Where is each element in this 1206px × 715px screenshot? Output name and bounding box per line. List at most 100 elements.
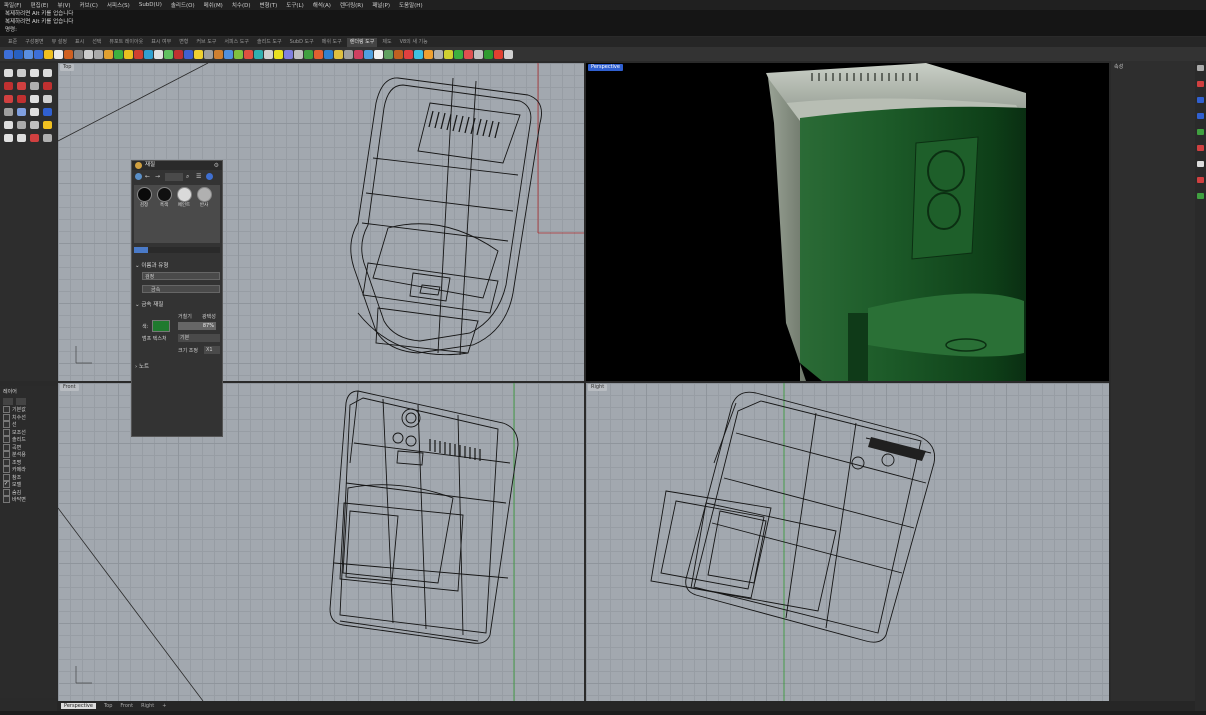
- section-notes[interactable]: › 노트: [135, 362, 149, 370]
- menu-item[interactable]: 서피스(S): [107, 1, 130, 9]
- forward-arrow-icon[interactable]: →: [155, 173, 162, 180]
- tool-icon[interactable]: [4, 69, 13, 77]
- tool-icon[interactable]: [4, 108, 13, 116]
- layer-row[interactable]: 솔리드: [3, 436, 57, 444]
- toolbar-tab[interactable]: 메쉬 도구: [319, 38, 345, 47]
- viewport-tab[interactable]: Right: [141, 703, 154, 709]
- toolbar-tool-icon[interactable]: [494, 49, 503, 59]
- toolbar-tool-icon[interactable]: [404, 49, 413, 59]
- viewport-right[interactable]: Right: [586, 383, 1109, 701]
- layer-visibility-checkbox[interactable]: [3, 406, 10, 414]
- menu-item[interactable]: 도구(L): [286, 1, 303, 9]
- toolbar-tool-icon[interactable]: [214, 49, 223, 59]
- panel-icon[interactable]: [1197, 129, 1204, 135]
- layer-visibility-checkbox[interactable]: [3, 496, 10, 504]
- layer-visibility-checkbox[interactable]: [3, 488, 10, 496]
- tool-icon[interactable]: [30, 95, 39, 103]
- tool-icon[interactable]: [17, 108, 26, 116]
- layer-row[interactable]: 참조: [3, 473, 57, 482]
- toolbar-tool-icon[interactable]: [124, 49, 133, 59]
- tool-icon[interactable]: [17, 134, 26, 142]
- toolbar-tool-icon[interactable]: [64, 49, 73, 59]
- tool-icon[interactable]: [30, 69, 39, 77]
- toolbar-tool-icon[interactable]: [434, 49, 443, 59]
- layer-row[interactable]: 숨김: [3, 488, 57, 497]
- panel-icon[interactable]: [1197, 97, 1204, 103]
- toolbar-tool-icon[interactable]: [34, 49, 43, 59]
- toolbar-tab[interactable]: 렌더링 도구: [346, 37, 378, 47]
- toolbar-tool-icon[interactable]: [244, 49, 253, 59]
- toolbar-tool-icon[interactable]: [394, 49, 403, 59]
- toolbar-tool-icon[interactable]: [24, 49, 33, 59]
- toolbar-tab[interactable]: 제도: [379, 38, 394, 47]
- toolbar-tab[interactable]: 구성평면: [22, 38, 46, 47]
- viewport-tab[interactable]: Top: [104, 703, 112, 709]
- layer-row[interactable]: 선: [3, 421, 57, 429]
- layer-visibility-checkbox[interactable]: [3, 473, 10, 481]
- tool-icon[interactable]: [43, 108, 52, 116]
- toolbar-tool-icon[interactable]: [374, 49, 383, 59]
- toolbar-tool-icon[interactable]: [324, 49, 333, 59]
- toolbar-tool-icon[interactable]: [294, 49, 303, 59]
- tool-icon[interactable]: [43, 95, 52, 103]
- help-icon[interactable]: [206, 173, 213, 180]
- toolbar-tool-icon[interactable]: [14, 49, 23, 59]
- toolbar-tool-icon[interactable]: [504, 49, 513, 59]
- metal-color-swatch[interactable]: [152, 320, 170, 332]
- tool-icon[interactable]: [43, 69, 52, 77]
- toolbar-tool-icon[interactable]: [454, 49, 463, 59]
- layer-visibility-checkbox[interactable]: [3, 428, 10, 436]
- toolbar-tab[interactable]: 커브 도구: [193, 38, 219, 47]
- layer-row[interactable]: 바닥면: [3, 496, 57, 504]
- toolbar-tab[interactable]: SubD 도구: [287, 38, 317, 47]
- layer-visibility-checkbox[interactable]: [3, 436, 10, 444]
- tool-icon[interactable]: [17, 82, 26, 90]
- layer-visibility-checkbox[interactable]: [3, 421, 10, 429]
- toolbar-tab[interactable]: 표시 여부: [148, 38, 174, 47]
- menu-item[interactable]: 도움말(H): [399, 1, 423, 9]
- toolbar-tool-icon[interactable]: [344, 49, 353, 59]
- panel-icon[interactable]: [1197, 113, 1204, 119]
- tool-icon[interactable]: [4, 82, 13, 90]
- menu-item[interactable]: 뷰(V): [57, 1, 70, 9]
- size-select[interactable]: X1: [204, 346, 220, 354]
- layer-visibility-checkbox[interactable]: ✓: [3, 481, 10, 489]
- toolbar-tool-icon[interactable]: [94, 49, 103, 59]
- viewport-tab[interactable]: Perspective: [61, 703, 96, 709]
- toolbar-tool-icon[interactable]: [464, 49, 473, 59]
- menu-item[interactable]: 치수(D): [232, 1, 251, 9]
- toolbar-tab[interactable]: 솔리드 도구: [254, 38, 285, 47]
- menu-item[interactable]: 솔리드(O): [171, 1, 195, 9]
- toolbar-tab[interactable]: 변형: [176, 38, 191, 47]
- tool-icon[interactable]: [4, 134, 13, 142]
- back-arrow-icon[interactable]: ←: [145, 173, 152, 180]
- toolbar-tool-icon[interactable]: [314, 49, 323, 59]
- material-name-input[interactable]: 검정: [142, 272, 220, 280]
- toolbar-tool-icon[interactable]: [334, 49, 343, 59]
- toolbar-tab[interactable]: 선택: [89, 38, 104, 47]
- toolbar-tool-icon[interactable]: [224, 49, 233, 59]
- layer-search-icon[interactable]: [3, 398, 13, 405]
- search-icon[interactable]: ⌕: [186, 173, 193, 180]
- tool-icon[interactable]: [30, 134, 39, 142]
- menu-item[interactable]: 변형(T): [260, 1, 278, 9]
- material-swatch[interactable]: 검정: [136, 187, 152, 208]
- layer-visibility-checkbox[interactable]: [3, 458, 10, 466]
- toolbar-tool-icon[interactable]: [104, 49, 113, 59]
- viewport-tab[interactable]: Front: [120, 703, 133, 709]
- tool-icon[interactable]: [43, 82, 52, 90]
- tool-icon[interactable]: [4, 121, 13, 129]
- toolbar-tab[interactable]: 뷰포트 레이아웃: [106, 38, 146, 47]
- toolbar-tool-icon[interactable]: [4, 49, 13, 59]
- viewport-label-perspective[interactable]: Perspective: [588, 64, 623, 71]
- toolbar-tool-icon[interactable]: [234, 49, 243, 59]
- toolbar-tool-icon[interactable]: [204, 49, 213, 59]
- toolbar-tool-icon[interactable]: [114, 49, 123, 59]
- menu-item[interactable]: 해석(A): [313, 1, 331, 9]
- tool-icon[interactable]: [4, 95, 13, 103]
- settings-icon[interactable]: ⚙: [214, 162, 219, 169]
- layer-row[interactable]: 곡면: [3, 443, 57, 452]
- layer-row[interactable]: 분석용: [3, 451, 57, 459]
- material-panel[interactable]: 재질 ⚙ ← → ⌕ ☰ ⌄ 이름과 유형 검정 금속 ⌄ 금속 재질 색: 거…: [131, 160, 223, 437]
- toolbar-tool-icon[interactable]: [484, 49, 493, 59]
